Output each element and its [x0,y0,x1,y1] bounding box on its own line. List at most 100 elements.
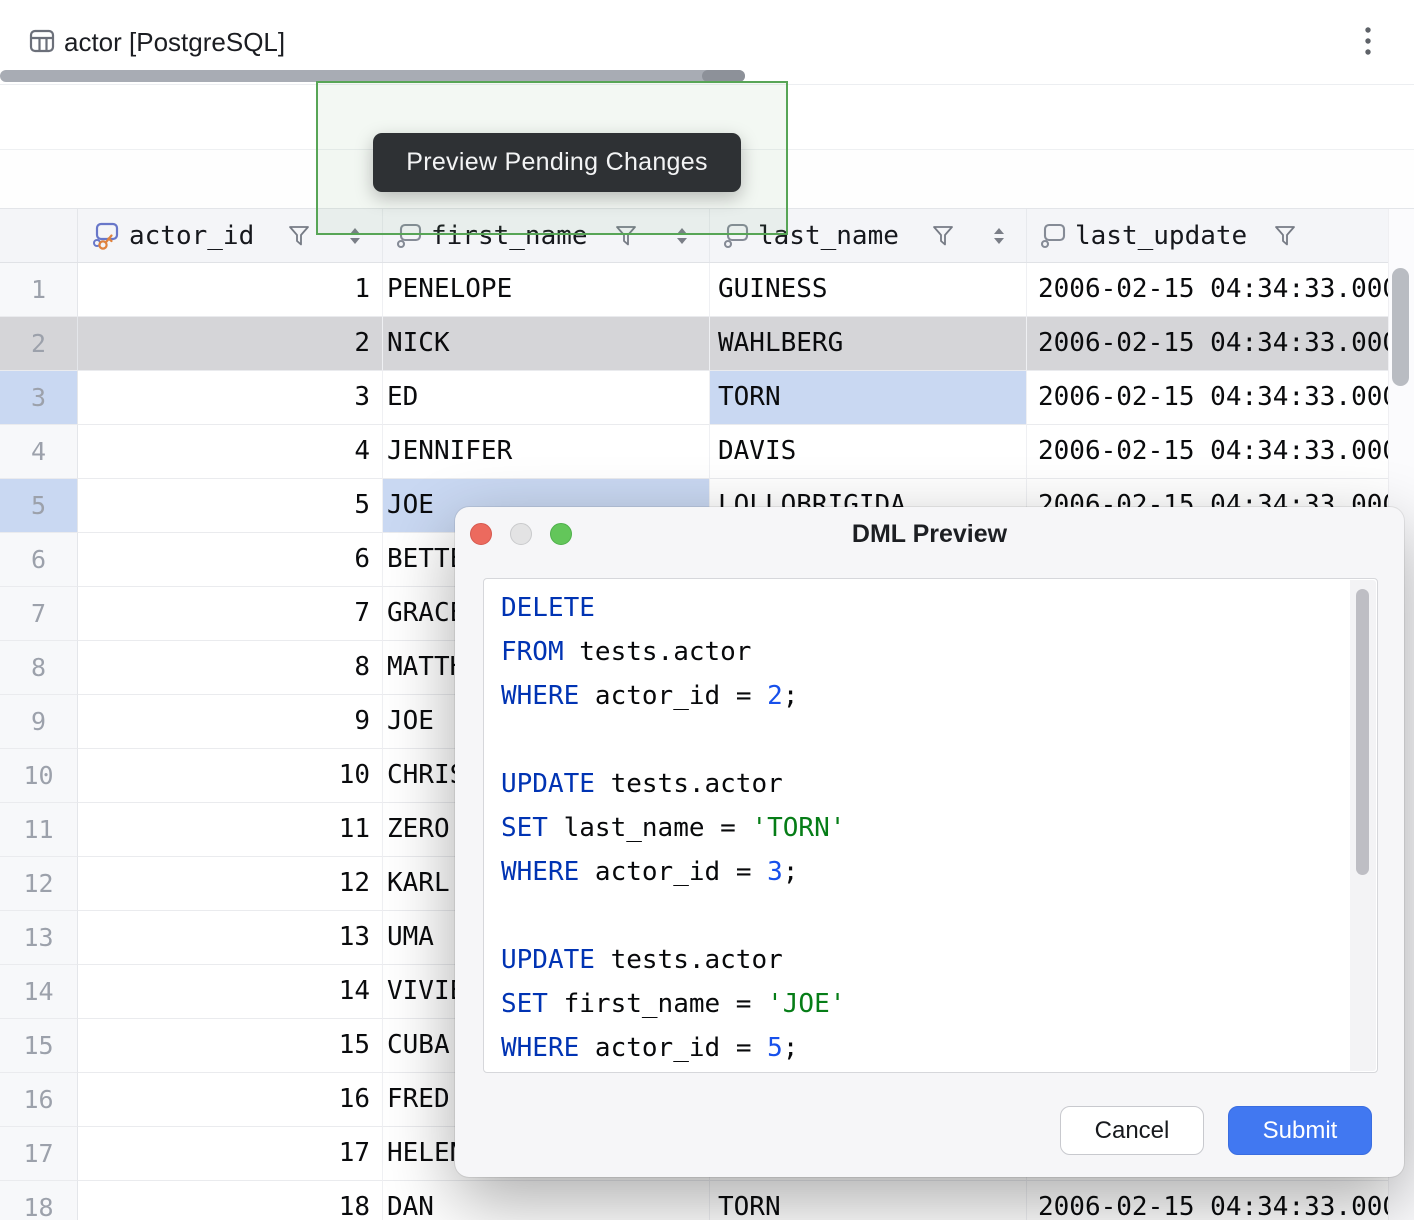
table-row[interactable]: 2 2 NICK WAHLBERG 2006-02-15 04:34:33.00… [0,317,1388,371]
cell-last-update[interactable]: 2006-02-15 04:34:33.000 [1027,1181,1388,1220]
column-header-last-update[interactable]: last_update [1027,209,1388,262]
sql-line: DELETE [501,586,1347,630]
row-number[interactable]: 3 [0,371,78,425]
cell-first-name[interactable]: DAN [383,1181,710,1220]
cell-actor-id[interactable]: 8 [78,641,383,695]
cell-last-update[interactable]: 2006-02-15 04:34:33.000 [1027,317,1388,371]
submit-label: Submit [1263,1117,1338,1145]
column-label: actor_id [129,221,254,251]
cell-actor-id[interactable]: 4 [78,425,383,479]
sort-arrows-icon[interactable] [992,226,1006,246]
cell-actor-id[interactable]: 16 [78,1073,383,1127]
cell-first-name[interactable]: PENELOPE [383,263,710,317]
cell-actor-id[interactable]: 3 [78,371,383,425]
cell-actor-id[interactable]: 14 [78,965,383,1019]
table-row[interactable]: 1 1 PENELOPE GUINESS 2006-02-15 04:34:33… [0,263,1388,317]
code-scrollbar-track[interactable] [1350,580,1376,1071]
cell-last-name[interactable]: WAHLBERG [710,317,1027,371]
filter-funnel-icon[interactable] [288,225,310,247]
table-row[interactable]: 18 18 DAN TORN 2006-02-15 04:34:33.000 [0,1181,1388,1220]
filter-funnel-icon[interactable] [1274,225,1296,247]
sql-preview-editor[interactable]: DELETEFROM tests.actorWHERE actor_id = 2… [483,578,1378,1073]
table-row[interactable]: 3 3 ED TORN 2006-02-15 04:34:33.000 [0,371,1388,425]
sql-line: UPDATE tests.actor [501,762,1347,806]
sql-line: WHERE actor_id = 2; [501,674,1347,718]
row-number[interactable]: 11 [0,803,78,857]
cell-last-name[interactable]: GUINESS [710,263,1027,317]
code-scrollbar-thumb[interactable] [1356,589,1369,875]
row-number[interactable]: 6 [0,533,78,587]
row-number[interactable]: 18 [0,1181,78,1220]
row-number[interactable]: 16 [0,1073,78,1127]
row-number[interactable]: 1 [0,263,78,317]
sql-line: SET first_name = 'JOE' [501,982,1347,1026]
row-number[interactable]: 8 [0,641,78,695]
datagrip-table-editor: actor [PostgreSQL] [0,0,1414,1220]
cell-actor-id[interactable]: 2 [78,317,383,371]
horizontal-scrollbar-end[interactable] [702,70,745,82]
column-icon [1039,222,1067,250]
sql-line: FROM tests.actor [501,630,1347,674]
header-gutter [0,209,78,262]
cell-actor-id[interactable]: 1 [78,263,383,317]
cell-last-name[interactable]: DAVIS [710,425,1027,479]
row-number[interactable]: 4 [0,425,78,479]
dialog-title: DML Preview [455,507,1404,561]
column-icon [395,222,423,250]
row-number[interactable]: 5 [0,479,78,533]
cell-last-update[interactable]: 2006-02-15 04:34:33.000 [1027,371,1388,425]
row-number[interactable]: 14 [0,965,78,1019]
cell-last-update[interactable]: 2006-02-15 04:34:33.000 [1027,425,1388,479]
row-number[interactable]: 10 [0,749,78,803]
sort-arrows-icon[interactable] [348,226,362,246]
tooltip-text: Preview Pending Changes [406,148,708,177]
row-number[interactable]: 2 [0,317,78,371]
cell-first-name[interactable]: ED [383,371,710,425]
cell-first-name[interactable]: NICK [383,317,710,371]
more-menu-icon[interactable] [1362,24,1374,58]
cell-actor-id[interactable]: 9 [78,695,383,749]
row-number[interactable]: 15 [0,1019,78,1073]
cancel-label: Cancel [1095,1117,1170,1145]
cell-first-name[interactable]: JENNIFER [383,425,710,479]
cell-last-name[interactable]: TORN [710,1181,1027,1220]
maximize-button[interactable] [550,523,572,545]
row-number[interactable]: 13 [0,911,78,965]
cell-actor-id[interactable]: 10 [78,749,383,803]
filter-funnel-icon[interactable] [615,225,637,247]
row-number[interactable]: 9 [0,695,78,749]
cell-actor-id[interactable]: 7 [78,587,383,641]
cell-actor-id[interactable]: 12 [78,857,383,911]
cell-actor-id[interactable]: 13 [78,911,383,965]
minimize-button[interactable] [510,523,532,545]
column-header-actor-id[interactable]: actor_id [78,209,383,262]
submit-button[interactable]: Submit [1228,1106,1372,1155]
column-label: last_update [1075,221,1247,251]
tooltip: Preview Pending Changes [373,133,741,192]
horizontal-scrollbar-thumb[interactable] [0,70,745,82]
table-row[interactable]: 4 4 JENNIFER DAVIS 2006-02-15 04:34:33.0… [0,425,1388,479]
table-icon [28,27,56,55]
cell-actor-id[interactable]: 5 [78,479,383,533]
row-number[interactable]: 7 [0,587,78,641]
sql-line: UPDATE tests.actor [501,938,1347,982]
sort-arrows-icon[interactable] [675,226,689,246]
cell-actor-id[interactable]: 15 [78,1019,383,1073]
cell-last-update[interactable]: 2006-02-15 04:34:33.000 [1027,263,1388,317]
column-header-last-name[interactable]: last_name [710,209,1027,262]
tab-title: actor [PostgreSQL] [64,26,285,58]
row-number[interactable]: 12 [0,857,78,911]
filter-funnel-icon[interactable] [932,225,954,247]
sql-line [501,718,1347,762]
column-label: last_name [758,221,899,251]
row-number[interactable]: 17 [0,1127,78,1181]
close-button[interactable] [470,523,492,545]
cell-actor-id[interactable]: 17 [78,1127,383,1181]
cell-actor-id[interactable]: 6 [78,533,383,587]
cell-last-name[interactable]: TORN [710,371,1027,425]
cell-actor-id[interactable]: 18 [78,1181,383,1220]
cell-actor-id[interactable]: 11 [78,803,383,857]
vertical-scrollbar-thumb[interactable] [1392,268,1409,386]
cancel-button[interactable]: Cancel [1060,1106,1204,1155]
column-header-first-name[interactable]: first_name [383,209,710,262]
